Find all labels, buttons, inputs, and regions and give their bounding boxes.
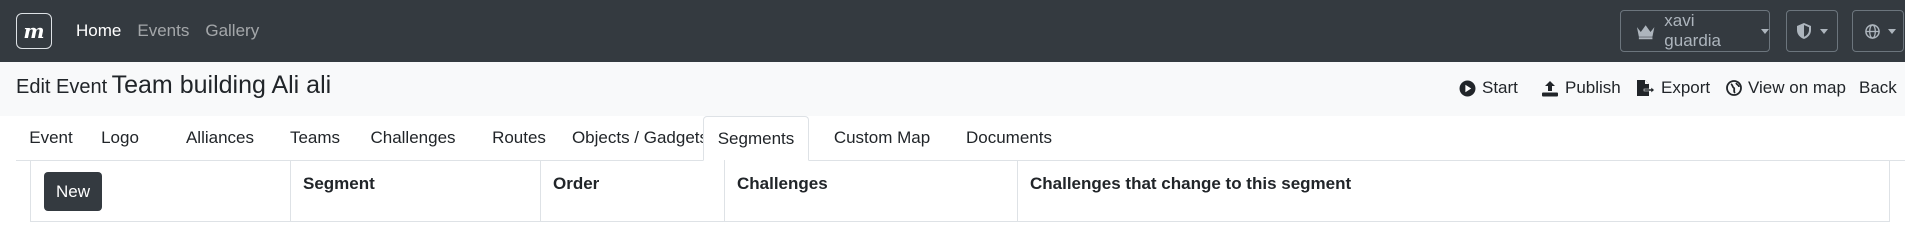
export-button[interactable]: Export (1636, 78, 1710, 98)
tab-alliances[interactable]: Alliances (172, 116, 268, 160)
shield-icon (1797, 23, 1811, 39)
tab-event[interactable]: Event (16, 116, 86, 160)
crown-icon (1636, 25, 1655, 40)
chevron-down-icon (1820, 28, 1828, 34)
globe-icon (1865, 23, 1880, 39)
table-header-segment: Segment (291, 160, 541, 221)
new-segment-button[interactable]: New (44, 172, 102, 211)
export-label: Export (1661, 78, 1711, 97)
event-name: Team building Ali ali (111, 71, 332, 99)
chevron-down-icon (1888, 28, 1896, 34)
table-header-changing-challenges: Challenges that change to this segment (1030, 174, 1352, 193)
view-on-map-label: View on map (1748, 78, 1846, 97)
brand-letter: m (23, 19, 45, 43)
language-menu-button[interactable] (1852, 10, 1904, 52)
publish-button[interactable]: Publish (1541, 78, 1621, 98)
top-navbar: m Home Events Gallery xavi guardia (0, 0, 1905, 62)
nav-link-gallery[interactable]: Gallery (205, 21, 259, 41)
table-header-order: Order (541, 160, 725, 221)
view-on-map-button[interactable]: View on map (1726, 78, 1846, 98)
play-circle-icon (1459, 80, 1476, 96)
nav-link-events[interactable]: Events (137, 21, 189, 41)
tab-logo[interactable]: Logo (90, 116, 150, 160)
publish-label: Publish (1565, 78, 1621, 97)
title-prefix: Edit Event (16, 76, 108, 98)
event-tabs: Event Logo Alliances Teams Challenges Ro… (16, 116, 1905, 161)
tab-challenges[interactable]: Challenges (356, 116, 470, 160)
file-export-icon (1637, 80, 1655, 96)
back-link[interactable]: Back (1859, 78, 1897, 98)
user-menu-button[interactable]: xavi guardia (1620, 10, 1770, 52)
table-header-actions: New (31, 160, 291, 221)
admin-menu-button[interactable] (1786, 10, 1838, 52)
start-button[interactable]: Start (1459, 78, 1518, 98)
tab-teams[interactable]: Teams (274, 116, 356, 160)
back-label: Back (1859, 78, 1897, 97)
chevron-down-icon (1761, 28, 1769, 34)
start-label: Start (1482, 78, 1518, 97)
tab-segments[interactable]: Segments (703, 116, 809, 161)
user-name: xavi guardia (1664, 11, 1722, 50)
table-header-challenges: Challenges (725, 160, 1018, 221)
tab-documents[interactable]: Documents (951, 116, 1067, 160)
globe-icon (1726, 80, 1742, 96)
tab-custom-map[interactable]: Custom Map (822, 116, 942, 160)
upload-icon (1542, 80, 1558, 96)
page-title: Edit Event Team building Ali ali (16, 71, 331, 100)
nav-link-home[interactable]: Home (76, 21, 121, 41)
brand-logo[interactable]: m (16, 13, 52, 49)
main-nav: Home Events Gallery (76, 0, 275, 62)
page-header: Edit Event Team building Ali ali Start P… (0, 62, 1905, 116)
segments-table: New Segment Order Challenges Challenges … (30, 160, 1890, 222)
